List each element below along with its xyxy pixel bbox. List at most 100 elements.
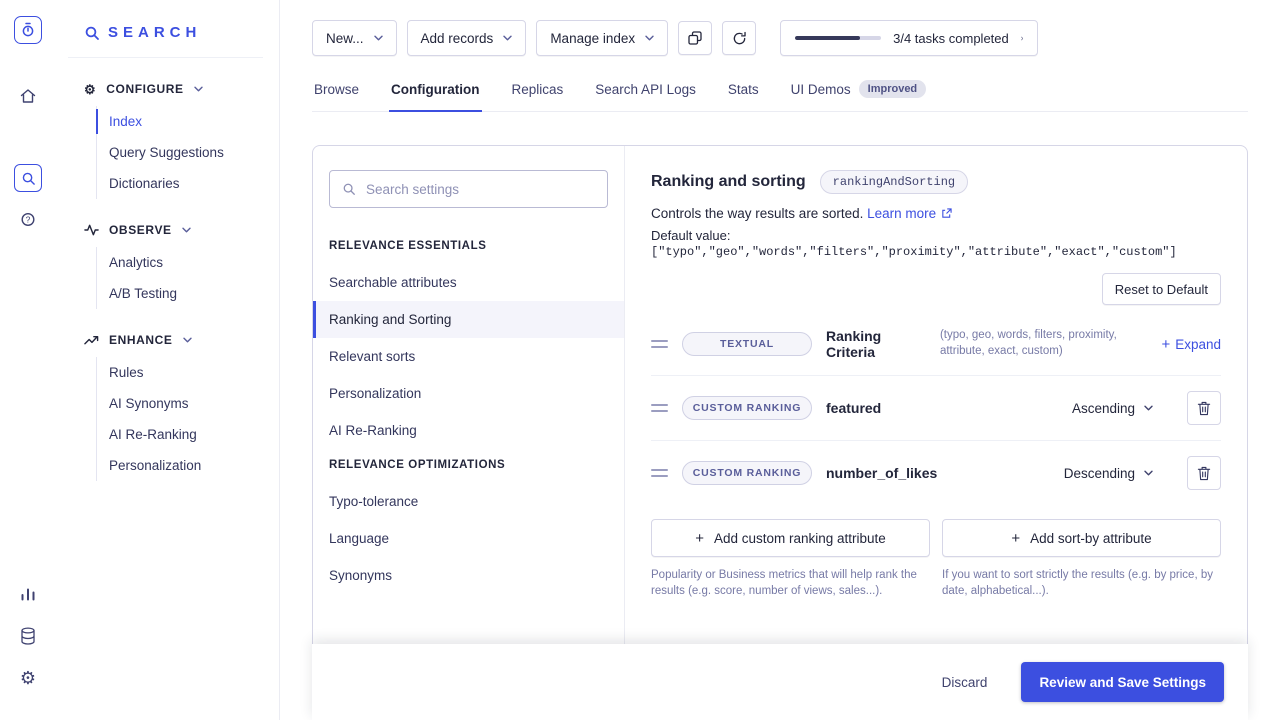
settings-item-ranking-and-sorting[interactable]: Ranking and Sorting [313,301,624,338]
analytics-bars-icon[interactable] [14,580,42,608]
custom-ranking-row: CUSTOM RANKING number_of_likes Descendin… [651,440,1221,505]
algolia-logo[interactable] [14,16,42,44]
settings-panel: Ranking and sorting rankingAndSorting Co… [625,146,1247,720]
sidebar-nav: ⚙ CONFIGURE Index Query Suggestions Dict… [56,58,279,481]
copy-settings-button[interactable] [678,21,713,55]
copy-icon [688,31,702,45]
sidebar-item-rules[interactable]: Rules [97,357,279,388]
toolbar: New... Add records Manage index 3/4 task… [280,0,1280,70]
row-label: featured [826,400,882,416]
learn-more-link[interactable]: Learn more [867,206,952,221]
drag-handle-icon[interactable] [651,469,668,477]
direction-select[interactable]: Ascending [1072,401,1153,416]
sidebar-item-ai-re-ranking[interactable]: AI Re-Ranking [97,419,279,450]
default-value-line: Default value: ["typo","geo","words","fi… [651,228,1221,259]
panel-description: Controls the way results are sorted. Lea… [651,206,1221,221]
custom-ranking-tag: CUSTOM RANKING [682,461,812,485]
tab-replicas[interactable]: Replicas [510,70,566,111]
refresh-button[interactable] [722,21,757,55]
settings-nav: RELEVANCE ESSENTIALS Searchable attribut… [313,146,625,720]
trash-icon [1197,401,1211,415]
settings-item-ai-re-ranking[interactable]: AI Re-Ranking [313,412,624,449]
settings-item-searchable-attributes[interactable]: Searchable attributes [313,264,624,301]
direction-select[interactable]: Descending [1064,466,1153,481]
pulse-icon [84,224,99,236]
row-note: (typo, geo, words, filters, proximity, a… [939,329,1117,357]
section-items: Rules AI Synonyms AI Re-Ranking Personal… [96,357,279,481]
section-label: ENHANCE [109,333,173,347]
data-records-icon[interactable] [14,622,42,650]
nav-section-observe: OBSERVE Analytics A/B Testing [56,215,279,309]
discard-button[interactable]: Discard [942,675,988,690]
chevron-down-icon [181,227,191,233]
add-sort-label: Add sort-by attribute [1030,530,1152,546]
search-icon [343,183,355,195]
section-head-observe[interactable]: OBSERVE [56,215,279,245]
settings-item-personalization[interactable]: Personalization [313,375,624,412]
add-records-button[interactable]: Add records [406,20,527,56]
sidebar-item-index[interactable]: Index [96,106,279,137]
ranking-criteria-row: TEXTUAL Ranking Criteria (typo, geo, wor… [651,313,1221,375]
main: New... Add records Manage index 3/4 task… [280,0,1280,720]
sidebar-item-dictionaries[interactable]: Dictionaries [97,168,279,199]
brand-text: SEARCH [108,24,202,41]
tab-stats[interactable]: Stats [726,70,761,111]
delete-attribute-button[interactable] [1187,456,1221,490]
sidebar-item-analytics[interactable]: Analytics [97,247,279,278]
brand[interactable]: SEARCH [56,20,279,57]
settings-search-box[interactable] [329,170,608,208]
add-sort-by-attribute-button[interactable]: + Add sort-by attribute [942,519,1221,557]
footer-bar: Discard Review and Save Settings [312,644,1248,720]
stopwatch-icon [22,22,34,37]
expand-link[interactable]: + Expand [1161,337,1221,352]
review-and-save-button[interactable]: Review and Save Settings [1021,662,1224,702]
new-button[interactable]: New... [312,20,397,56]
add-custom-label: Add custom ranking attribute [713,530,886,546]
tab-browse[interactable]: Browse [312,70,361,111]
sidebar-item-query-suggestions[interactable]: Query Suggestions [97,137,279,168]
chevron-right-icon [1020,36,1023,40]
settings-item-relevant-sorts[interactable]: Relevant sorts [313,338,624,375]
settings-item-synonyms[interactable]: Synonyms [313,557,624,594]
tab-ui-demos-label: UI Demos [790,81,851,97]
delete-attribute-button[interactable] [1187,391,1221,425]
add-buttons-row: + Add custom ranking attribute + Add sor… [651,519,1221,557]
section-head-enhance[interactable]: ENHANCE [56,325,279,355]
brand-search-icon [85,26,99,40]
search-index-icon[interactable] [14,164,42,192]
manage-index-button[interactable]: Manage index [536,20,669,56]
recommend-icon[interactable]: ? [14,206,42,234]
chevron-down-icon [193,86,203,92]
tab-configuration[interactable]: Configuration [389,70,482,112]
settings-search-input[interactable] [366,181,595,197]
settings-item-language[interactable]: Language [313,520,624,557]
tab-search-api-logs[interactable]: Search API Logs [593,70,698,111]
sidebar-item-ai-synonyms[interactable]: AI Synonyms [97,388,279,419]
learn-more-label: Learn more [867,206,937,221]
sort-by-help: If you want to sort strictly the results… [942,569,1213,598]
add-custom-ranking-attribute-button[interactable]: + Add custom ranking attribute [651,519,930,557]
settings-item-typo-tolerance[interactable]: Typo-tolerance [313,483,624,520]
tab-bar: Browse Configuration Replicas Search API… [312,70,1248,112]
row-label: Ranking Criteria [826,328,882,360]
tab-ui-demos[interactable]: UI Demos Improved [789,70,929,111]
group-header-essentials: RELEVANCE ESSENTIALS [329,240,487,252]
configure-gear-icon: ⚙ [84,81,97,97]
sidebar-item-personalization[interactable]: Personalization [97,450,279,481]
settings-card: RELEVANCE ESSENTIALS Searchable attribut… [312,145,1248,720]
section-head-configure[interactable]: ⚙ CONFIGURE [56,74,279,104]
home-icon[interactable] [14,82,42,110]
svg-text:?: ? [26,215,31,225]
progress-track [795,36,882,40]
custom-ranking-row: CUSTOM RANKING featured Ascending [651,375,1221,440]
sidebar-item-ab-testing[interactable]: A/B Testing [97,278,279,309]
tasks-progress-widget[interactable]: 3/4 tasks completed [780,20,1039,56]
row-label: number_of_likes [826,465,938,481]
reset-to-default-button[interactable]: Reset to Default [1101,273,1221,305]
settings-gear-icon[interactable]: ⚙ [14,664,42,692]
app: ? ⚙ SEARCH ⚙ CONFIGURE Index Query Sugge… [0,0,1280,720]
drag-handle-icon[interactable] [651,404,668,412]
drag-handle-icon[interactable] [651,340,668,348]
external-link-icon [942,208,952,218]
default-value-label: Default value: [651,228,731,243]
